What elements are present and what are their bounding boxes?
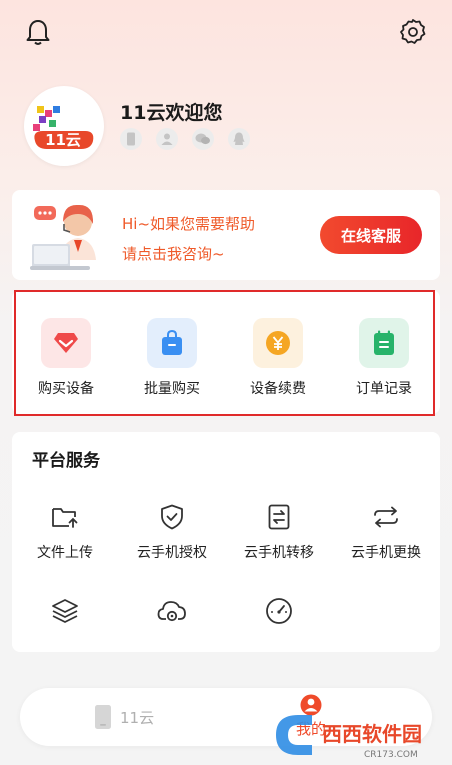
top-bar <box>0 0 452 64</box>
swap-icon <box>371 502 401 532</box>
file-upload-button[interactable]: 文件上传 <box>12 502 118 562</box>
avatar[interactable]: 11云 <box>24 86 104 166</box>
user-icon[interactable] <box>156 128 178 150</box>
file-upload-label: 文件上传 <box>37 545 93 561</box>
quick-actions-card: 购买设备 批量购买 设备续费 订单记录 <box>12 290 440 414</box>
cloud-phone-replace-button[interactable]: 云手机更换 <box>333 502 439 562</box>
cloud-gear-icon <box>157 596 187 626</box>
transfer-icon <box>264 502 294 532</box>
cloud-phone-authorize-label: 云手机授权 <box>137 545 207 561</box>
folder-upload-icon <box>50 502 80 532</box>
device-renewal-label: 设备续费 <box>250 381 306 397</box>
diamond-icon <box>41 318 91 368</box>
buy-device-label: 购买设备 <box>38 381 94 397</box>
phone-icon[interactable] <box>120 128 142 150</box>
account-bindings <box>120 128 250 150</box>
shopping-bag-icon <box>147 318 197 368</box>
bulk-purchase-button[interactable]: 批量购买 <box>132 318 212 398</box>
speedometer-icon <box>264 596 294 626</box>
platform-services-card: 平台服务 文件上传 云手机授权 云手机转移 云手机更换 <box>12 432 440 652</box>
cloud-phone-transfer-button[interactable]: 云手机转移 <box>226 502 332 562</box>
gear-icon[interactable] <box>398 17 428 47</box>
online-service-button[interactable]: 在线客服 <box>320 216 422 254</box>
tab-cloud-label: 11云 <box>120 708 155 727</box>
watermark-text: 西西软件园 <box>322 722 422 746</box>
buy-device-button[interactable]: 购买设备 <box>26 318 106 398</box>
site-watermark: 西西软件园 CR173.COM <box>268 707 448 761</box>
speed-test-button[interactable] <box>226 596 332 626</box>
platform-services-title: 平台服务 <box>32 451 100 471</box>
qq-icon[interactable] <box>228 128 250 150</box>
app-logo: 11云 <box>33 106 94 149</box>
layers-button[interactable] <box>12 596 118 626</box>
username: 11云欢迎您 <box>120 102 223 124</box>
bulk-purchase-label: 批量购买 <box>144 381 200 397</box>
shield-check-icon <box>157 502 187 532</box>
cloud-settings-button[interactable] <box>119 596 225 626</box>
cloud-phone-replace-label: 云手机更换 <box>351 545 421 561</box>
tab-cloud[interactable]: 11云 <box>94 704 154 730</box>
watermark-url: CR173.COM <box>364 750 418 760</box>
yen-coin-icon <box>253 318 303 368</box>
svg-text:11云: 11云 <box>45 131 81 149</box>
device-renewal-button[interactable]: 设备续费 <box>238 318 318 398</box>
layers-icon <box>50 596 80 626</box>
profile-section: 11云 11云欢迎您 <box>24 86 434 166</box>
customer-service-card: Hi~如果您需要帮助 请点击我咨询~ 在线客服 <box>12 190 440 280</box>
cloud-phone-transfer-label: 云手机转移 <box>244 545 314 561</box>
notebook-icon <box>359 318 409 368</box>
cloud-phone-authorize-button[interactable]: 云手机授权 <box>119 502 225 562</box>
help-message: Hi~如果您需要帮助 请点击我咨询~ <box>122 209 255 269</box>
wechat-icon[interactable] <box>192 128 214 150</box>
help-line-2: 请点击我咨询~ <box>122 245 225 263</box>
phone-icon <box>95 705 111 729</box>
customer-service-illustration <box>30 200 110 272</box>
order-history-label: 订单记录 <box>356 381 412 397</box>
bell-icon[interactable] <box>23 17 53 47</box>
order-history-button[interactable]: 订单记录 <box>344 318 424 398</box>
help-line-1: Hi~如果您需要帮助 <box>122 215 256 233</box>
